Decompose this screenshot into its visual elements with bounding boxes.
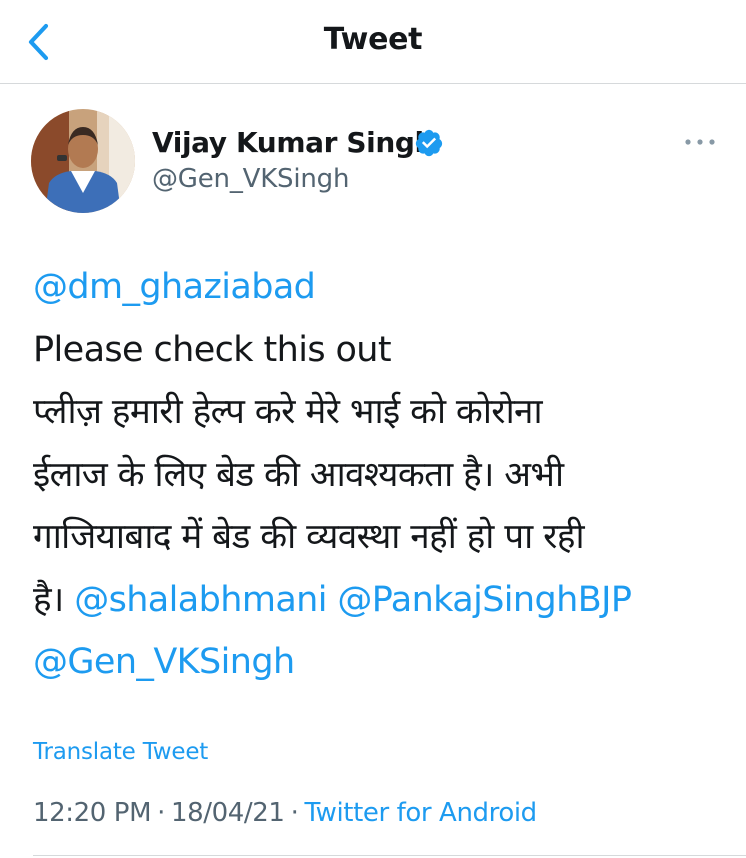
tweet-time: 12:20 PM <box>33 798 152 828</box>
author-handle[interactable]: @Gen_VKSingh <box>152 162 349 196</box>
page-title: Tweet <box>323 22 423 57</box>
mention-link[interactable]: @PankajSinghBJP <box>337 580 632 620</box>
tweet-line: गाजियाबाद में बेड की व्यवस्था नहीं हो पा… <box>33 506 723 569</box>
author-avatar[interactable] <box>31 109 135 213</box>
tweet-metadata: 12:20 PM · 18/04/21 · Twitter for Android <box>33 796 537 830</box>
tweet-line: @Gen_VKSingh <box>33 631 723 694</box>
tweet-text-segment: गाजियाबाद में बेड की व्यवस्था नहीं हो पा… <box>33 517 585 557</box>
tweet-line: है। @shalabhmani @PankajSinghBJP <box>33 569 723 632</box>
divider <box>33 855 746 856</box>
tweet-text-segment: है। <box>33 579 75 620</box>
meta-separator: · <box>157 798 165 828</box>
tweet-date: 18/04/21 <box>170 798 285 828</box>
avatar-image <box>31 109 135 213</box>
meta-separator: · <box>290 798 299 828</box>
tweet-line: @dm_ghaziabad <box>33 256 723 319</box>
tweet-text: @dm_ghaziabad Please check this out प्लीज़… <box>33 256 723 694</box>
more-options-button[interactable] <box>680 128 720 156</box>
tweet-line: Please check this out <box>33 319 723 382</box>
translate-tweet-link[interactable]: Translate Tweet <box>33 736 208 768</box>
tweet-text-segment: ईलाज के लिए बेड की आवश्यकता है। अभी <box>33 454 564 495</box>
tweet-source-link[interactable]: Twitter for Android <box>304 798 537 828</box>
tweet-line: ईलाज के लिए बेड की आवश्यकता है। अभी <box>33 444 723 507</box>
top-navigation-bar: Tweet <box>0 0 746 84</box>
tweet-text-segment: Please check this out <box>33 329 392 370</box>
tweet-line: प्लीज़ हमारी हेल्प करे मेरे भाई को कोरोन… <box>33 381 723 444</box>
more-horizontal-icon <box>685 139 715 145</box>
author-name[interactable]: Vijay Kumar Singh <box>152 124 434 162</box>
verified-badge-icon <box>414 128 444 158</box>
mention-link[interactable]: @Gen_VKSingh <box>33 642 295 682</box>
tweet-text-segment <box>327 580 338 620</box>
mention-link[interactable]: @shalabhmani <box>74 580 327 620</box>
mention-link[interactable]: @dm_ghaziabad <box>33 267 316 307</box>
tweet-text-segment: प्लीज़ हमारी हेल्प करे मेरे भाई को कोरोन… <box>33 392 543 432</box>
